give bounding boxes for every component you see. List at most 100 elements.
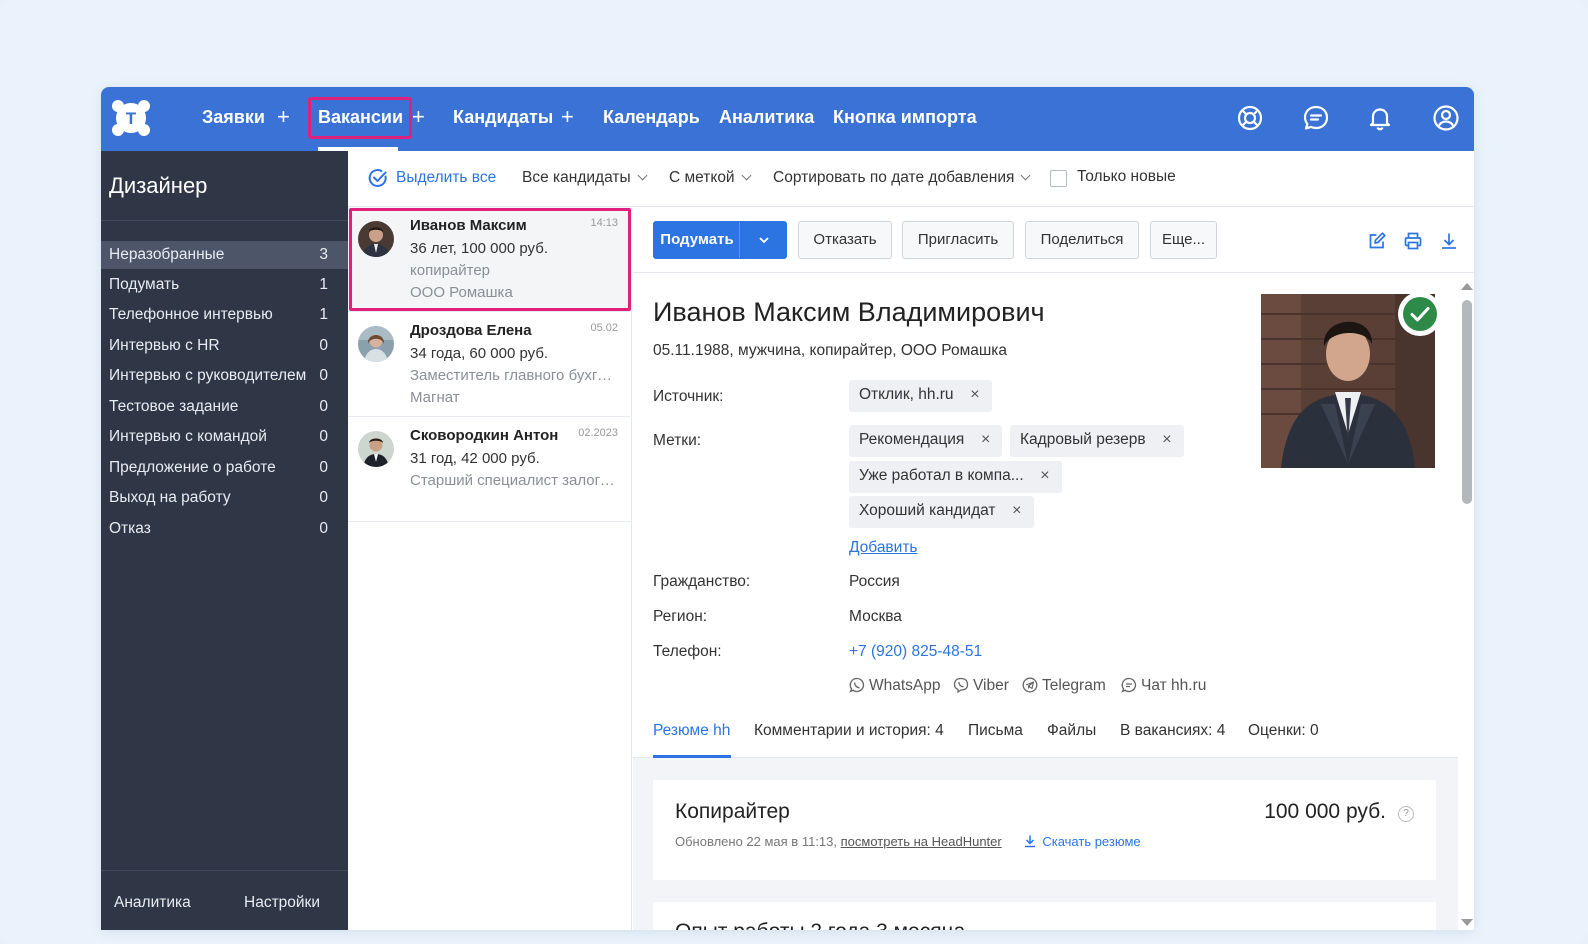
- phone-link[interactable]: +7 (920) 825-48-51: [849, 643, 982, 661]
- close-icon[interactable]: ×: [1162, 425, 1171, 455]
- stage-unsorted[interactable]: Неразобранные 3: [101, 241, 348, 269]
- stage-count: 0: [319, 520, 328, 537]
- reject-button[interactable]: Отказать: [798, 221, 892, 259]
- check-icon: [1403, 297, 1437, 331]
- hh-chat-link[interactable]: Чат hh.ru: [1121, 677, 1206, 695]
- view-on-hh-link[interactable]: посмотреть на HeadHunter: [841, 834, 1002, 849]
- tab-vacancies[interactable]: В вакансиях: 4: [1120, 722, 1225, 740]
- add-candidate-button[interactable]: +: [561, 104, 574, 130]
- nav-vacancies[interactable]: Вакансии: [318, 107, 403, 128]
- close-icon[interactable]: ×: [1040, 461, 1049, 491]
- only-new-label[interactable]: Только новые: [1077, 168, 1176, 186]
- download-icon[interactable]: [1439, 231, 1459, 251]
- think-button[interactable]: Подумать: [654, 222, 740, 258]
- candidate-position: Старший специалист залогового отдела: [410, 472, 620, 489]
- add-request-button[interactable]: +: [277, 104, 290, 130]
- candidate-company: Магнат: [410, 389, 460, 406]
- sort-label: Сортировать по дате добавления: [773, 169, 1015, 186]
- candidate-card[interactable]: Иванов Максим 14:13 36 лет, 100 000 руб.…: [348, 207, 632, 312]
- check-circle-icon[interactable]: [368, 168, 388, 188]
- lifebuoy-icon[interactable]: [1236, 104, 1264, 132]
- stage-test-task[interactable]: Тестовое задание 0: [101, 393, 348, 421]
- source-chip[interactable]: Отклик, hh.ru ×: [849, 380, 992, 412]
- nav-analytics[interactable]: Аналитика: [719, 107, 814, 128]
- phone-label: Телефон:: [653, 643, 722, 660]
- nav-candidates[interactable]: Кандидаты: [453, 107, 553, 128]
- stage-count: 1: [319, 276, 328, 293]
- candidate-detail: Подумать Отказать Пригласить Поделиться …: [633, 207, 1474, 930]
- more-button[interactable]: Еще...: [1150, 221, 1217, 259]
- download-resume-link[interactable]: Скачать резюме: [1023, 834, 1141, 849]
- candidate-card[interactable]: Сковородкин Антон 02.2023 31 год, 42 000…: [348, 417, 632, 522]
- edit-icon[interactable]: [1367, 231, 1387, 251]
- select-all-button[interactable]: Выделить все: [396, 169, 496, 187]
- tag-label: Кадровый резерв: [1020, 431, 1146, 448]
- stage-label: Интервью с руководителем: [109, 367, 307, 384]
- stage-phone-interview[interactable]: Телефонное интервью 1: [101, 301, 348, 329]
- only-new-checkbox[interactable]: [1050, 170, 1067, 187]
- candidate-time: 02.2023: [578, 427, 618, 439]
- tab-comments[interactable]: Комментарии и история: 4: [754, 722, 944, 740]
- tab-files[interactable]: Файлы: [1047, 722, 1096, 740]
- nav-requests[interactable]: Заявки: [202, 107, 265, 128]
- filter-label: Все кандидаты: [522, 169, 631, 186]
- telegram-link[interactable]: Telegram: [1022, 677, 1106, 695]
- sidebar-settings-link[interactable]: Настройки: [244, 894, 320, 912]
- candidates-filter-dropdown[interactable]: Все кандидаты: [522, 169, 648, 187]
- chevron-down-icon[interactable]: [758, 234, 770, 246]
- scrollbar-thumb[interactable]: [1462, 300, 1472, 504]
- scroll-up-arrow-icon[interactable]: [1461, 283, 1473, 290]
- tag-label: Хороший кандидат: [859, 502, 996, 519]
- logo-icon[interactable]: T: [111, 98, 151, 138]
- resume-salary: 100 000 руб.: [1264, 800, 1386, 823]
- chat-icon[interactable]: [1302, 104, 1330, 132]
- resume-updated: Обновлено 22 мая в 11:13,: [675, 834, 837, 849]
- whatsapp-link[interactable]: WhatsApp: [849, 677, 941, 695]
- tag-chip[interactable]: Хороший кандидат ×: [849, 496, 1034, 528]
- bell-icon[interactable]: [1366, 104, 1394, 132]
- citizenship-label: Гражданство:: [653, 573, 751, 590]
- stage-team-interview[interactable]: Интервью с командой 0: [101, 423, 348, 451]
- tab-resume[interactable]: Резюме hh: [653, 722, 730, 740]
- tag-chip[interactable]: Уже работал в компа... ×: [849, 461, 1062, 493]
- pipeline-sidebar: Дизайнер Неразобранные 3 Подумать 1 Теле…: [101, 151, 348, 930]
- think-split-button[interactable]: Подумать: [653, 221, 787, 259]
- close-icon[interactable]: ×: [1012, 496, 1021, 526]
- tag-chip[interactable]: Рекомендация ×: [849, 425, 1003, 457]
- user-icon[interactable]: [1432, 104, 1460, 132]
- candidate-card[interactable]: Дроздова Елена 05.02 34 года, 60 000 руб…: [348, 312, 632, 417]
- tab-letters[interactable]: Письма: [968, 722, 1023, 740]
- stage-rejected[interactable]: Отказ 0: [101, 515, 348, 543]
- resume-title: Копирайтер: [675, 800, 790, 823]
- add-vacancy-button[interactable]: +: [412, 104, 425, 130]
- scroll-down-arrow-icon[interactable]: [1461, 919, 1473, 926]
- stage-hr-interview[interactable]: Интервью с HR 0: [101, 332, 348, 360]
- print-icon[interactable]: [1403, 231, 1423, 251]
- share-button[interactable]: Поделиться: [1025, 221, 1139, 259]
- stage-manager-interview[interactable]: Интервью с руководителем 0: [101, 362, 348, 390]
- scrollbar[interactable]: [1458, 273, 1474, 930]
- top-navigation: T Заявки + Вакансии + Кандидаты + Календ…: [101, 87, 1474, 151]
- stage-job-offer[interactable]: Предложение о работе 0: [101, 454, 348, 482]
- viber-link[interactable]: Viber: [953, 677, 1009, 695]
- action-bar: Подумать Отказать Пригласить Поделиться …: [633, 207, 1474, 273]
- sort-dropdown[interactable]: Сортировать по дате добавления: [773, 169, 1031, 187]
- stage-label: Выход на работу: [109, 489, 231, 506]
- tab-ratings[interactable]: Оценки: 0: [1248, 722, 1319, 740]
- stage-think[interactable]: Подумать 1: [101, 271, 348, 299]
- help-icon[interactable]: ?: [1398, 806, 1414, 822]
- add-tag-link[interactable]: Добавить: [849, 539, 918, 557]
- stage-label: Телефонное интервью: [109, 306, 273, 323]
- sidebar-analytics-link[interactable]: Аналитика: [114, 894, 191, 912]
- avatar: [358, 326, 394, 362]
- nav-import-button[interactable]: Кнопка импорта: [833, 107, 977, 128]
- tag-chip[interactable]: Кадровый резерв ×: [1010, 425, 1184, 457]
- stage-start-work[interactable]: Выход на работу 0: [101, 484, 348, 512]
- invite-button[interactable]: Пригласить: [902, 221, 1014, 259]
- tag-filter-dropdown[interactable]: С меткой: [669, 169, 752, 187]
- region-value: Москва: [849, 608, 902, 625]
- close-icon[interactable]: ×: [981, 425, 990, 455]
- nav-calendar[interactable]: Календарь: [603, 107, 700, 128]
- close-icon[interactable]: ×: [970, 380, 979, 410]
- stage-label: Тестовое задание: [109, 398, 239, 415]
